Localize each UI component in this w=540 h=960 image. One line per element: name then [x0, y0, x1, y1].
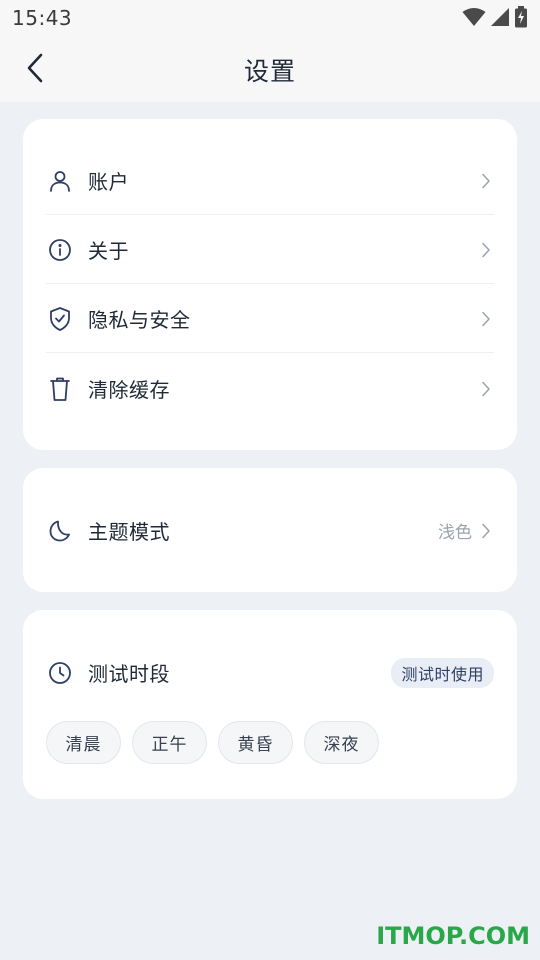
chevron-right-icon	[478, 173, 494, 189]
settings-item-account[interactable]: 账户	[46, 146, 494, 215]
chevron-right-icon	[478, 523, 494, 539]
status-time: 15:43	[12, 6, 73, 30]
settings-item-label: 关于	[88, 239, 129, 263]
status-bar: 15:43	[0, 0, 540, 36]
battery-charging-icon	[514, 6, 528, 28]
wifi-icon	[462, 7, 486, 27]
chip-noon[interactable]: 正午	[132, 721, 207, 764]
info-icon	[46, 236, 74, 264]
settings-item-label: 账户	[88, 170, 129, 194]
divider	[46, 352, 494, 353]
settings-item-theme-mode[interactable]: 主题模式 浅色	[46, 496, 494, 565]
chevron-right-icon	[478, 381, 494, 397]
chevron-right-icon	[478, 242, 494, 258]
page-title: 设置	[243, 57, 296, 86]
settings-item-label: 清除缓存	[88, 378, 170, 402]
chip-morning[interactable]: 清晨	[46, 721, 121, 764]
status-icons	[462, 6, 528, 28]
signal-icon	[490, 7, 510, 27]
theme-mode-value: 浅色	[438, 523, 472, 543]
app-bar: 设置	[0, 36, 540, 102]
settings-item-privacy[interactable]: 隐私与安全	[46, 284, 494, 353]
shield-check-icon	[46, 305, 74, 333]
settings-item-label: 主题模式	[88, 520, 170, 544]
chip-late-night[interactable]: 深夜	[304, 721, 379, 764]
moon-icon	[46, 517, 74, 545]
chip-dusk[interactable]: 黄昏	[218, 721, 293, 764]
settings-item-about[interactable]: 关于	[46, 215, 494, 284]
settings-card-test-period: 测试时段 测试时使用 清晨 正午 黄昏 深夜	[23, 610, 517, 799]
watermark-logo: ITMOP.COM	[376, 922, 530, 950]
chevron-right-icon	[478, 311, 494, 327]
test-period-badge: 测试时使用	[391, 657, 494, 688]
user-icon	[46, 167, 74, 195]
settings-item-label: 隐私与安全	[88, 308, 191, 332]
clock-icon	[46, 659, 74, 687]
trash-icon	[46, 375, 74, 403]
settings-card-general: 账户 关于 隐私与安全 清除缓存	[23, 119, 517, 450]
settings-item-label: 测试时段	[88, 662, 170, 686]
time-period-chips: 清晨 正午 黄昏 深夜	[46, 721, 379, 764]
settings-item-test-period: 测试时段 测试时使用	[46, 638, 494, 707]
settings-card-theme: 主题模式 浅色	[23, 468, 517, 592]
settings-item-clear-cache[interactable]: 清除缓存	[46, 354, 494, 423]
